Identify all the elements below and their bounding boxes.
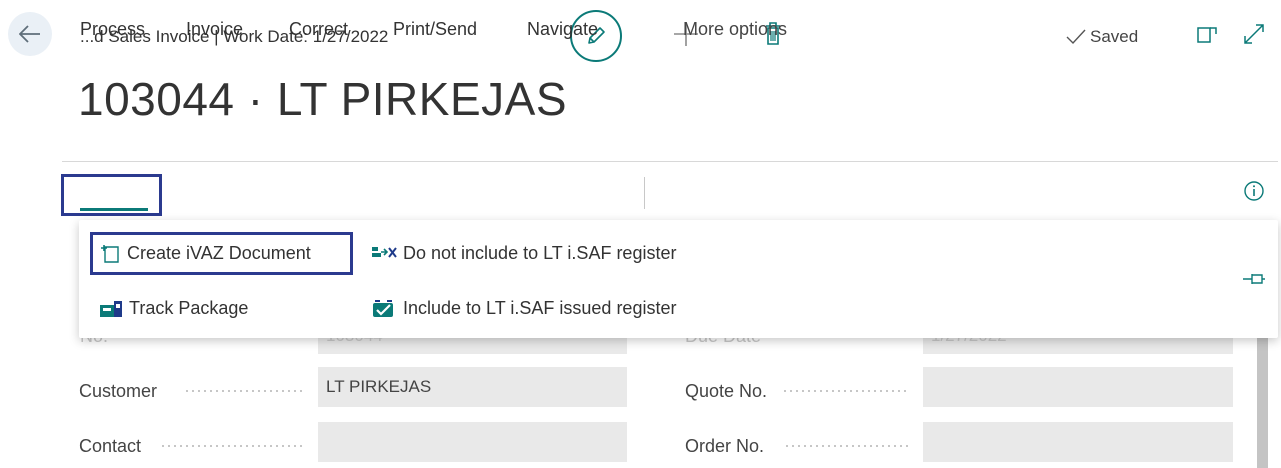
menu-item-label: Track Package xyxy=(129,298,249,318)
contact-label: Contact xyxy=(79,436,142,456)
process-highlight-box xyxy=(61,174,162,216)
open-new-window-button[interactable] xyxy=(1196,24,1218,46)
quote-no-dots xyxy=(782,390,910,392)
action-navigate[interactable]: Navigate xyxy=(527,19,598,40)
expand-button[interactable] xyxy=(1242,22,1266,46)
pin-icon xyxy=(1243,274,1265,284)
include-register-icon xyxy=(373,299,393,317)
exclude-icon xyxy=(372,246,397,258)
order-no-dots xyxy=(784,445,910,447)
action-bar-divider xyxy=(644,177,645,209)
customer-field[interactable]: LT PIRKEJAS xyxy=(318,367,627,407)
saved-label: Saved xyxy=(1090,27,1139,46)
contact-field[interactable] xyxy=(318,422,627,462)
customer-dots xyxy=(184,390,304,392)
menu-item-include-isaf-issued[interactable]: Include to LT i.SAF issued register xyxy=(371,298,676,319)
quote-no-label: Quote No. xyxy=(685,381,768,401)
action-correct[interactable]: Correct xyxy=(289,19,348,40)
info-icon xyxy=(1244,181,1264,201)
action-process[interactable]: Process xyxy=(80,19,145,40)
expand-icon xyxy=(1244,24,1264,44)
contact-dots xyxy=(160,445,304,447)
action-invoice[interactable]: Invoice xyxy=(186,19,243,40)
menu-item-label: Include to LT i.SAF issued register xyxy=(403,298,677,318)
quote-no-field[interactable] xyxy=(923,367,1233,407)
package-icon xyxy=(100,300,122,317)
back-button[interactable] xyxy=(8,12,52,56)
order-no-field[interactable] xyxy=(923,422,1233,462)
action-more-options[interactable]: More options xyxy=(683,19,787,40)
create-ivaz-highlight-box xyxy=(90,232,353,275)
page-title: 103044 · LT PIRKEJAS xyxy=(78,73,568,125)
open-in-new-window-icon xyxy=(1197,27,1217,43)
back-arrow-icon xyxy=(19,25,40,43)
checkmark-icon xyxy=(1066,29,1086,45)
customer-label: Customer xyxy=(79,381,158,401)
action-print-send[interactable]: Print/Send xyxy=(393,19,477,40)
menu-item-label: Do not include to LT i.SAF register xyxy=(403,243,677,263)
action-bar xyxy=(62,161,1278,221)
scrollbar-thumb[interactable] xyxy=(1257,338,1268,468)
pin-button[interactable] xyxy=(1242,272,1266,286)
menu-item-track-package[interactable]: Track Package xyxy=(99,298,248,319)
saved-status: Saved xyxy=(1066,27,1138,47)
order-no-label: Order No. xyxy=(685,436,765,456)
info-button[interactable] xyxy=(1243,180,1265,202)
menu-item-do-not-include-isaf[interactable]: Do not include to LT i.SAF register xyxy=(371,243,676,264)
